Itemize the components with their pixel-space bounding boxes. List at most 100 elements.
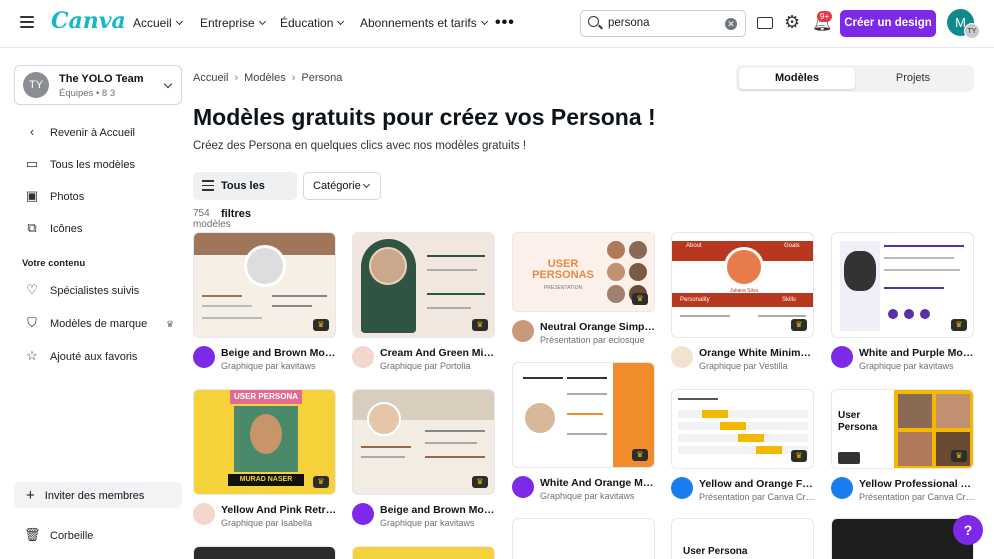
nav-accueil[interactable]: Accueil (133, 16, 183, 30)
team-avatar: TY (23, 72, 49, 98)
more-icon[interactable]: ••• (495, 14, 515, 32)
sidebar-item-favorites[interactable]: ☆ Ajouté aux favoris (24, 347, 137, 365)
template-creator[interactable]: Présentation par Canva Cre... (699, 492, 816, 502)
chevron-down-icon (163, 79, 173, 89)
template-thumbnail[interactable] (512, 518, 655, 559)
template-creator[interactable]: Présentation par eclosque (540, 335, 657, 345)
breadcrumb: Accueil › Modèles › Persona (193, 72, 342, 84)
template-thumbnail[interactable] (193, 546, 336, 559)
template-creator[interactable]: Présentation par Canva Cre... (859, 492, 976, 502)
template-thumbnail[interactable]: About Goals Juliana Silva Personality Sk… (671, 232, 814, 338)
menu-icon[interactable] (20, 16, 34, 28)
search-value[interactable]: persona (608, 17, 650, 29)
thumb-text: About (686, 243, 702, 249)
template-creator[interactable]: Graphique par Vestilla (699, 361, 816, 371)
desktop-app-icon[interactable] (757, 17, 773, 29)
creator-avatar[interactable] (831, 477, 853, 499)
crown-icon: ♛ (313, 476, 329, 488)
creator-avatar[interactable] (193, 503, 215, 525)
template-creator[interactable]: Graphique par Isabella (221, 518, 338, 528)
creator-avatar[interactable] (831, 346, 853, 368)
search-input[interactable]: persona ✕ (580, 10, 746, 37)
template-thumbnail[interactable] (831, 518, 974, 559)
creator-avatar[interactable] (193, 346, 215, 368)
nav-education[interactable]: Éducation (280, 16, 345, 30)
help-button[interactable]: ? (953, 515, 983, 545)
template-thumbnail[interactable]: ♛ (352, 389, 495, 495)
nav-entreprise[interactable]: Entreprise (200, 16, 266, 30)
all-filters-button[interactable]: Tous les filtres (193, 172, 297, 220)
template-title[interactable]: Orange White Minimali... (699, 347, 816, 359)
sidebar-item-all-templates[interactable]: ▭ Tous les modèles (24, 155, 135, 173)
template-title[interactable]: Yellow And Pink Retro ... (221, 504, 338, 516)
template-creator[interactable]: Graphique par kavitaws (380, 518, 497, 528)
crown-icon: ♛ (791, 319, 807, 331)
sidebar-item-brand[interactable]: ⛉ Modèles de marque (24, 314, 147, 332)
creator-avatar[interactable] (512, 476, 534, 498)
breadcrumb-persona: Persona (301, 72, 343, 84)
template-card[interactable]: ♛ White and Purple Mod... Graphique par … (831, 232, 976, 382)
sidebar-item-icons[interactable]: ⧉ Icônes (24, 219, 82, 237)
template-card[interactable]: ♛ Beige and Brown Mode... Graphique par … (352, 389, 497, 539)
crown-icon: ♛ (472, 476, 488, 488)
breadcrumb-modeles[interactable]: Modèles (244, 72, 286, 84)
creator-avatar[interactable] (352, 346, 374, 368)
sidebar-item-trash[interactable]: 🗑︎ Corbeille (24, 526, 93, 544)
creator-avatar[interactable] (671, 346, 693, 368)
crown-icon: ♛ (951, 319, 967, 331)
tab-projets[interactable]: Projets (855, 68, 971, 89)
template-creator[interactable]: Graphique par kavitaws (221, 361, 338, 371)
create-design-button[interactable]: Créer un design (840, 10, 936, 37)
canva-logo[interactable]: Canva (51, 8, 126, 34)
template-thumbnail[interactable]: User Persona ♛ (831, 389, 974, 469)
template-creator[interactable]: Graphique par kavitaws (859, 361, 976, 371)
sliders-icon (202, 180, 214, 192)
thumb-text: Personality (680, 297, 710, 303)
template-thumbnail[interactable]: ♛ (831, 232, 974, 338)
template-card[interactable]: USER PERSONAS PRESENTATION ♛ Neutral Ora… (512, 232, 657, 356)
category-dropdown[interactable]: Catégorie (303, 172, 381, 200)
sidebar-item-photos[interactable]: ▣ Photos (24, 187, 84, 205)
gear-icon[interactable]: ⚙ (784, 13, 802, 31)
template-thumbnail[interactable]: USER PERSONAS PRESENTATION ♛ (512, 232, 655, 312)
template-card[interactable]: User Persona ♛ Yellow Professional Gr...… (831, 389, 976, 513)
template-title[interactable]: Beige and Brown Mode... (221, 347, 338, 359)
template-card[interactable]: About Goals Juliana Silva Personality Sk… (671, 232, 816, 382)
template-creator[interactable]: Graphique par kavitaws (540, 491, 657, 501)
template-card[interactable]: ♛ Yellow and Orange Fou... Présentation … (671, 389, 816, 513)
template-title[interactable]: Cream And Green Mini... (380, 347, 497, 359)
thumb-text: USER PERSONAS (532, 258, 594, 281)
template-title[interactable]: Beige and Brown Mode... (380, 504, 497, 516)
template-thumbnail[interactable]: USER PERSONA MURAD NASER ♛ (193, 389, 336, 495)
template-title[interactable]: White And Orange Mo... (540, 477, 657, 489)
template-thumbnail[interactable] (352, 546, 495, 559)
template-card[interactable]: USER PERSONA MURAD NASER ♛ Yellow And Pin… (193, 389, 338, 539)
creator-avatar[interactable] (512, 320, 534, 342)
tab-modeles[interactable]: Modèles (739, 68, 855, 89)
creator-avatar[interactable] (671, 477, 693, 499)
template-title[interactable]: Yellow Professional Gr... (859, 478, 976, 490)
template-title[interactable]: Neutral Orange Simple... (540, 321, 657, 333)
sidebar-item-followed[interactable]: ♡ Spécialistes suivis (24, 281, 139, 299)
template-thumbnail[interactable]: ♛ (193, 232, 336, 338)
template-card[interactable]: ♛ Beige and Brown Mode... Graphique par … (193, 232, 338, 382)
clear-icon[interactable]: ✕ (725, 18, 737, 30)
avatar[interactable]: M TY (947, 9, 980, 39)
nav-abonnements[interactable]: Abonnements et tarifs (360, 16, 488, 30)
template-thumbnail[interactable]: ♛ (352, 232, 495, 338)
page-subtitle: Créez des Persona en quelques clics avec… (193, 140, 527, 152)
breadcrumb-accueil[interactable]: Accueil (193, 72, 228, 84)
template-creator[interactable]: Graphique par Portolia (380, 361, 497, 371)
template-card[interactable]: ♛ White And Orange Mo... Graphique par k… (512, 362, 657, 512)
template-card[interactable]: ♛ Cream And Green Mini... Graphique par … (352, 232, 497, 382)
template-title[interactable]: Yellow and Orange Fou... (699, 478, 816, 490)
template-thumbnail[interactable]: ♛ (512, 362, 655, 468)
template-thumbnail[interactable]: ♛ (671, 389, 814, 469)
sidebar-item-back[interactable]: ‹ Revenir à Accueil (24, 123, 135, 141)
crown-icon: ♛ (951, 450, 967, 462)
template-title[interactable]: White and Purple Mod... (859, 347, 976, 359)
team-switcher[interactable]: TY The YOLO Team Équipes • 8 3 (14, 65, 182, 105)
team-name: The YOLO Team (59, 73, 144, 85)
invite-members-button[interactable]: + Inviter des membres (14, 482, 182, 508)
creator-avatar[interactable] (352, 503, 374, 525)
